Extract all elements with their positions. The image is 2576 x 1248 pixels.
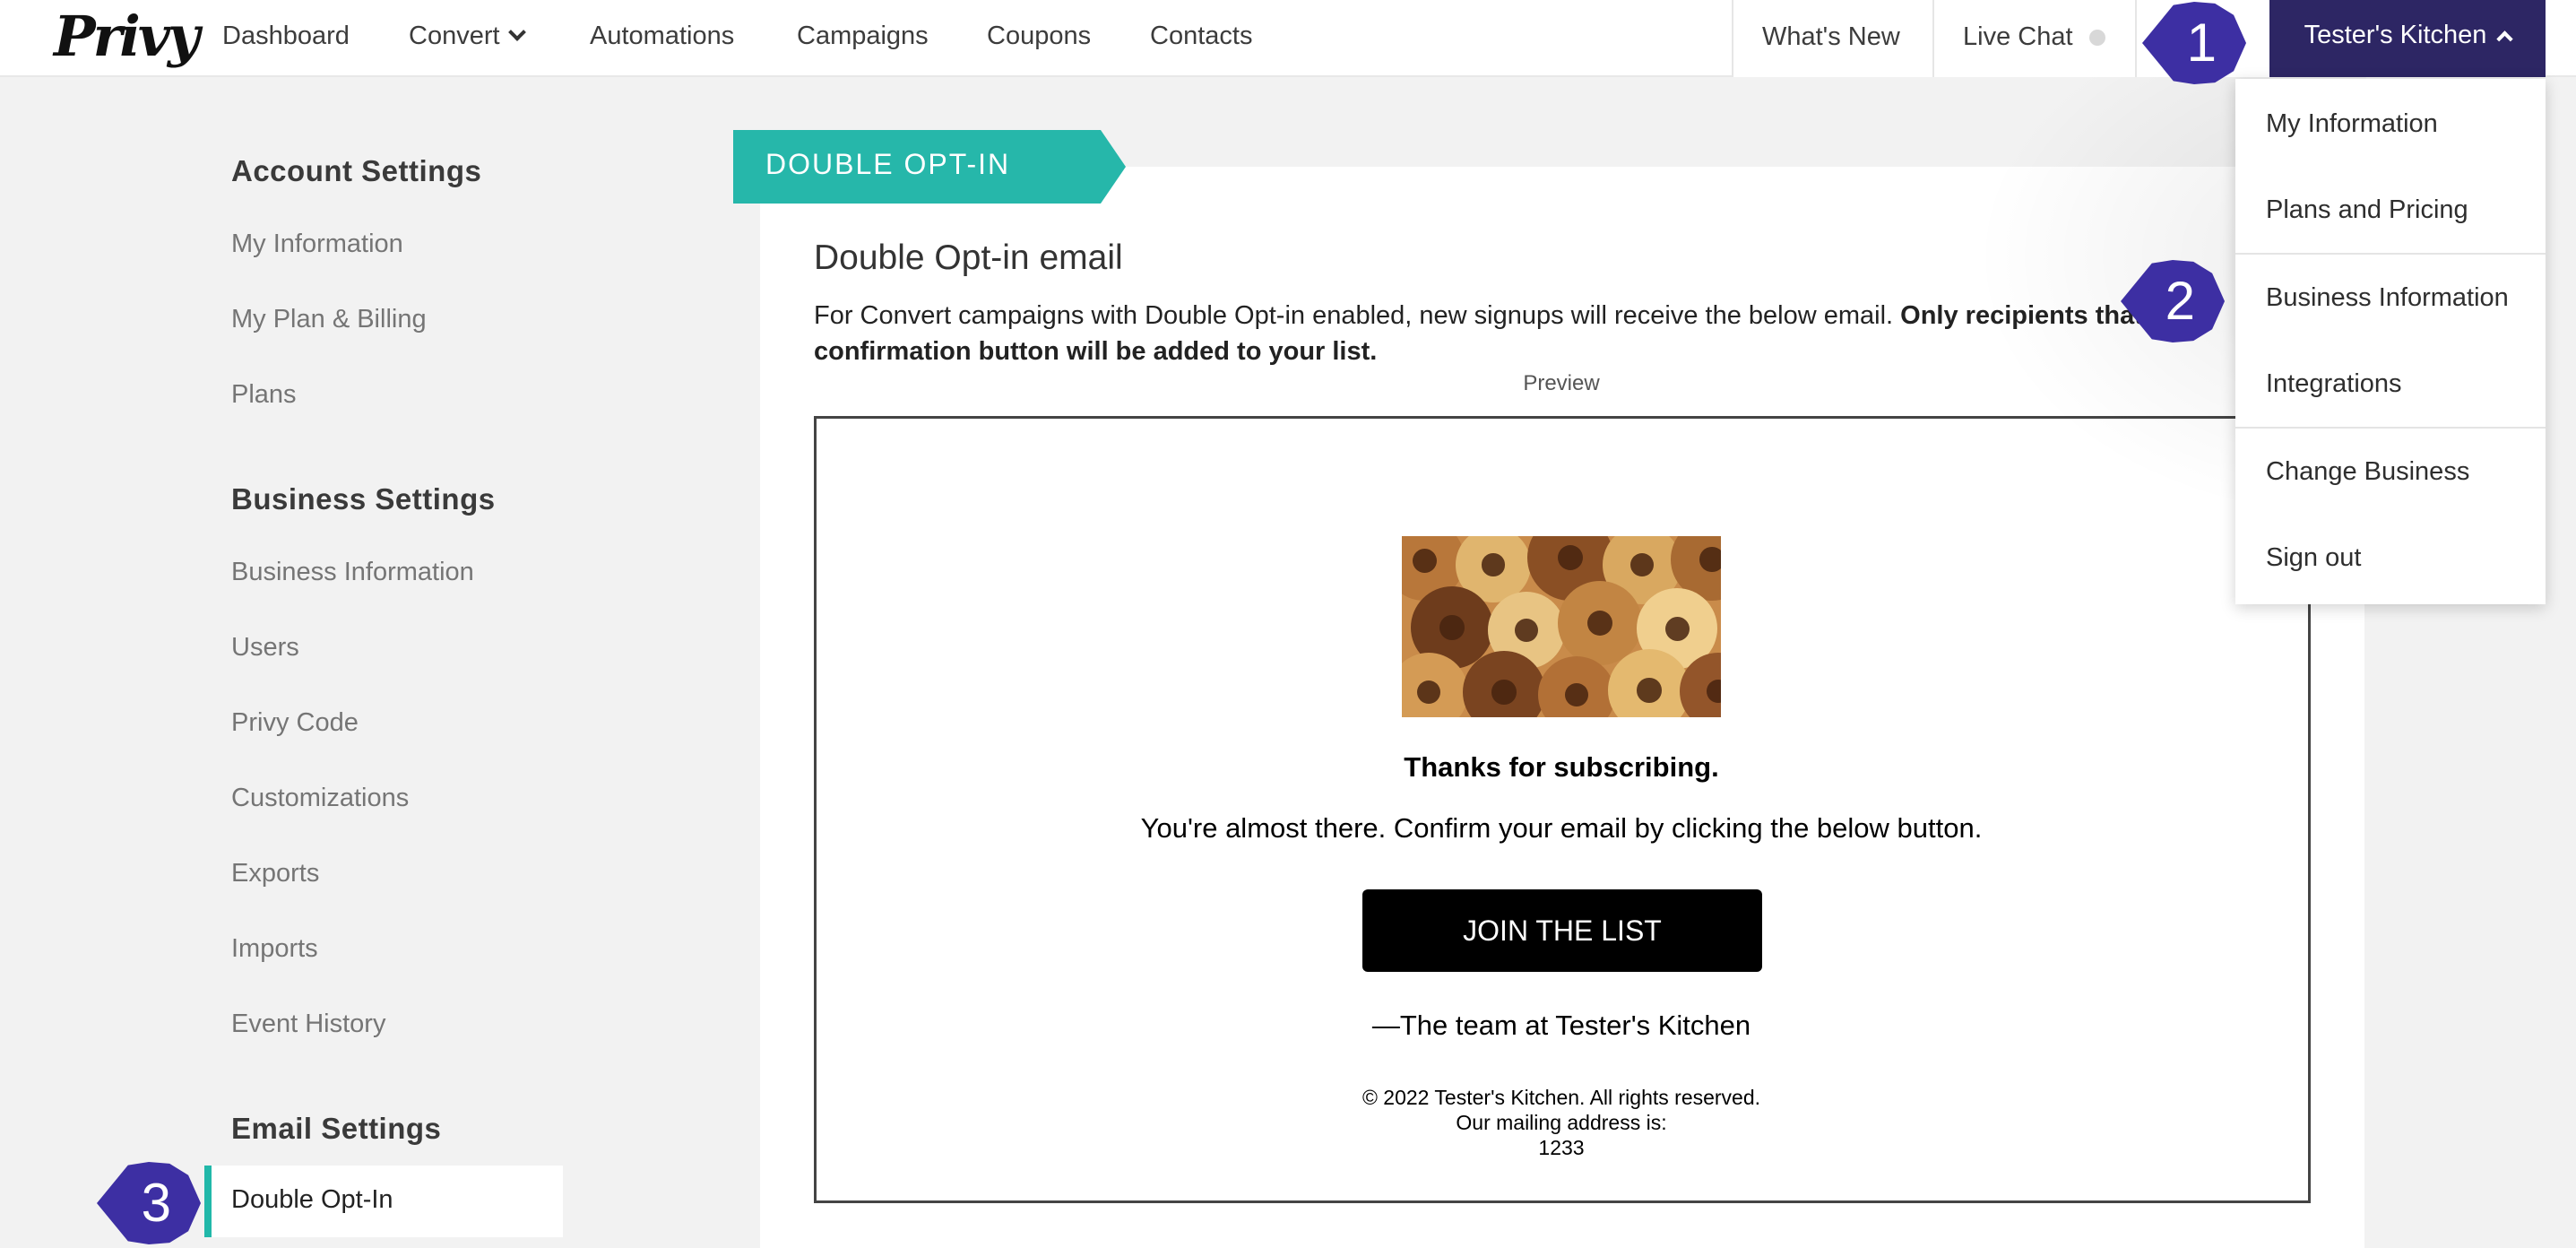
page-title: Double Opt-in email: [814, 238, 1123, 277]
menu-item-change-business[interactable]: Change Business: [2266, 457, 2469, 487]
step-number: 2: [2165, 271, 2195, 331]
email-heading: Thanks for subscribing.: [1404, 751, 1719, 783]
nav-convert-label: Convert: [409, 22, 500, 50]
menu-item-business-information[interactable]: Business Information: [2266, 283, 2509, 313]
live-chat-link[interactable]: Live Chat: [1932, 0, 2135, 77]
email-footer: © 2022 Tester's Kitchen. All rights rese…: [1203, 1085, 1920, 1160]
step-number: 1: [2186, 13, 2217, 73]
account-menu-button[interactable]: Tester's Kitchen: [2269, 0, 2546, 77]
sidebar-item-event-history[interactable]: Event History: [231, 1010, 385, 1039]
business-settings-heading: Business Settings: [231, 482, 496, 516]
privy-logo[interactable]: Privy: [54, 4, 200, 69]
join-the-list-button[interactable]: JOIN THE LIST: [1362, 889, 1762, 972]
status-dot-icon: [2088, 30, 2105, 47]
chevron-up-icon: [2496, 30, 2514, 48]
sidebar-item-privy-code[interactable]: Privy Code: [231, 708, 359, 738]
chevron-down-icon: [507, 23, 526, 41]
section-ribbon: DOUBLE OPT-IN: [733, 130, 1126, 204]
menu-divider: [2235, 253, 2546, 255]
email-address-value: 1233: [1538, 1136, 1585, 1159]
account-dropdown-menu: My Information Plans and Pricing Busines…: [2235, 79, 2546, 604]
menu-item-integrations[interactable]: Integrations: [2266, 369, 2402, 399]
bagels-image: [1402, 536, 1721, 717]
sidebar-item-label: Double Opt-In: [231, 1185, 393, 1214]
sidebar-item-customizations[interactable]: Customizations: [231, 784, 409, 813]
email-message: You're almost there. Confirm your email …: [1140, 812, 1983, 844]
menu-item-my-information[interactable]: My Information: [2266, 109, 2438, 139]
menu-divider: [2235, 427, 2546, 429]
account-settings-heading: Account Settings: [231, 154, 482, 187]
nav-campaigns[interactable]: Campaigns: [797, 18, 929, 54]
sidebar-item-my-plan-billing[interactable]: My Plan & Billing: [231, 305, 427, 334]
bagel-shape: [1538, 656, 1615, 717]
sidebar-item-users[interactable]: Users: [231, 633, 299, 663]
step-number: 3: [141, 1173, 171, 1233]
step-marker-3: 3: [97, 1162, 201, 1244]
sidebar-item-double-opt-in[interactable]: Double Opt-In: [204, 1166, 563, 1237]
description-text: For Convert campaigns with Double Opt-in…: [814, 301, 1901, 330]
email-signature: —The team at Tester's Kitchen: [1371, 1010, 1751, 1041]
nav-automations[interactable]: Automations: [590, 18, 734, 54]
sidebar-item-plans[interactable]: Plans: [231, 380, 297, 410]
preview-label: Preview: [1523, 371, 1600, 395]
sidebar-item-exports[interactable]: Exports: [231, 859, 319, 888]
sidebar-item-business-information[interactable]: Business Information: [231, 558, 474, 587]
sidebar-item-my-information[interactable]: My Information: [231, 230, 403, 259]
nav-dashboard[interactable]: Dashboard: [222, 18, 350, 54]
email-copyright: © 2022 Tester's Kitchen. All rights rese…: [1361, 1086, 1761, 1109]
nav-convert[interactable]: Convert: [409, 18, 526, 54]
ribbon-label: DOUBLE OPT-IN: [765, 148, 1011, 180]
email-settings-heading: Email Settings: [231, 1112, 442, 1145]
bagel-shape: [1558, 581, 1642, 665]
menu-item-plans-and-pricing[interactable]: Plans and Pricing: [2266, 195, 2468, 225]
account-name: Tester's Kitchen: [2304, 21, 2487, 49]
whats-new-link[interactable]: What's New: [1732, 0, 1932, 77]
nav-contacts[interactable]: Contacts: [1150, 18, 1252, 54]
menu-item-sign-out[interactable]: Sign out: [2266, 543, 2361, 573]
email-address-label: Our mailing address is:: [1456, 1111, 1667, 1134]
nav-coupons[interactable]: Coupons: [987, 18, 1091, 54]
live-chat-label: Live Chat: [1963, 22, 2073, 51]
sidebar-item-imports[interactable]: Imports: [231, 934, 318, 964]
